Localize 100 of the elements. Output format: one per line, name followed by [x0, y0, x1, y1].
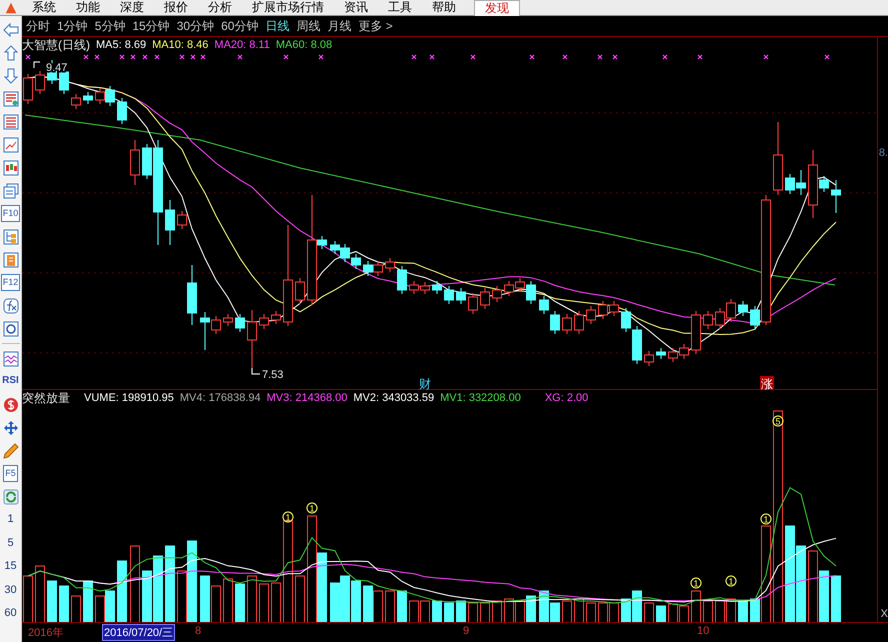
event-marker[interactable]: 涨	[761, 377, 773, 390]
tool-button[interactable]: F12	[0, 274, 20, 291]
candlestick	[397, 266, 407, 295]
candlestick	[480, 288, 490, 310]
period-tab[interactable]: 1分钟	[57, 18, 88, 35]
refresh-icon[interactable]	[2, 488, 18, 504]
period-tab[interactable]: 30分钟	[176, 18, 214, 35]
candlestick	[330, 240, 340, 255]
period-tab[interactable]: 周线	[296, 18, 320, 35]
dollar-icon[interactable]	[2, 396, 18, 412]
period-number[interactable]: 5	[7, 532, 14, 555]
volume-bar	[738, 600, 748, 624]
left-arrow-icon[interactable]	[2, 22, 18, 38]
candlestick	[831, 180, 841, 214]
candlestick	[691, 310, 701, 355]
period-number[interactable]: 15	[4, 555, 17, 578]
volume-bar	[586, 602, 596, 624]
candlestick	[117, 98, 127, 125]
volume-bar	[598, 602, 608, 624]
tool-button[interactable]: F10	[0, 205, 20, 222]
period-tab[interactable]: 15分钟	[132, 18, 170, 35]
period-number[interactable]: 30	[4, 578, 17, 602]
menu-item[interactable]: 深度	[110, 0, 154, 15]
candlestick	[586, 306, 596, 325]
period-tab[interactable]: 日线	[265, 18, 290, 35]
volume-bar	[504, 598, 514, 624]
chart-title: 大智慧(日线)	[22, 36, 90, 54]
signal-marker: 1	[306, 502, 318, 514]
indicator-title: 突然放量	[22, 390, 70, 407]
volume-bar	[211, 586, 221, 624]
period-tab[interactable]: 5分钟	[94, 18, 126, 35]
month-label: 8	[195, 625, 202, 638]
candlestick	[420, 282, 430, 295]
volume-bar	[656, 606, 666, 624]
candlestick	[598, 300, 608, 320]
cursor-date: 2016/07/20/三	[102, 624, 176, 642]
function-icon[interactable]	[2, 298, 18, 314]
candlestick	[351, 254, 361, 270]
menu-item[interactable]: 发现	[474, 0, 520, 16]
volume-bar	[83, 580, 93, 624]
menu-item[interactable]: 帮助	[422, 0, 466, 15]
circle-icon[interactable]	[2, 320, 18, 336]
candlestick	[409, 280, 419, 295]
candlestick	[71, 94, 81, 110]
menu-item[interactable]: 工具	[378, 0, 422, 15]
volume-bar	[632, 590, 642, 624]
period-tab[interactable]: 月线	[327, 18, 352, 35]
line-chart-icon[interactable]	[2, 136, 18, 152]
candlestick	[235, 314, 245, 333]
pencil-icon[interactable]	[2, 442, 18, 458]
list-icon[interactable]	[2, 90, 18, 106]
volume-bar	[373, 590, 383, 624]
event-marker-background	[760, 376, 774, 390]
candlestick	[644, 350, 654, 367]
candlestick	[340, 244, 350, 263]
down-arrow-icon[interactable]	[2, 68, 18, 84]
candlestick	[492, 286, 502, 303]
volume-bar	[153, 556, 163, 624]
tool-button[interactable]: F5	[3, 465, 18, 482]
menu-item[interactable]: 分析	[198, 0, 242, 15]
table-icon[interactable]	[2, 114, 18, 130]
candlestick	[668, 348, 678, 363]
menu-item[interactable]: 功能	[66, 0, 110, 15]
tree-icon[interactable]	[2, 228, 18, 244]
volume-bar	[420, 600, 430, 624]
period-tab[interactable]: 更多 >	[358, 18, 393, 35]
legend-text: MV1: 332208.00	[440, 392, 521, 404]
windows-icon[interactable]	[2, 182, 18, 198]
period-tab[interactable]: 分时	[26, 18, 50, 35]
candlestick	[187, 264, 197, 326]
volume-bar	[35, 566, 45, 624]
legend-text: MV4: 176838.94	[180, 392, 261, 404]
legend-text: MA10: 8.46	[152, 39, 208, 52]
move-icon[interactable]	[2, 420, 18, 436]
legend-text: MV3: 214368.00	[266, 392, 348, 404]
menu-item[interactable]: 扩展市场行情	[242, 0, 334, 15]
volume-bar	[117, 560, 127, 624]
period-tab[interactable]: 60分钟	[221, 18, 258, 35]
volume-bar	[95, 596, 105, 624]
candlestick	[363, 260, 373, 277]
close-button[interactable]: X	[880, 608, 888, 620]
month-label: 9	[463, 625, 470, 638]
candlestick-icon[interactable]	[2, 160, 18, 176]
period-number[interactable]: 60	[4, 602, 17, 626]
candlestick	[796, 170, 806, 196]
document-icon[interactable]	[2, 252, 18, 268]
menu-item[interactable]: 报价	[154, 0, 198, 15]
candlestick	[468, 292, 478, 315]
candlestick	[715, 308, 725, 330]
wave-chart-icon[interactable]	[2, 350, 18, 366]
menu-item[interactable]: 资讯	[334, 0, 378, 15]
candlestick	[95, 88, 105, 105]
menu-item[interactable]: 系统	[22, 0, 66, 15]
candlestick	[271, 310, 281, 325]
tool-button[interactable]: RSI	[1, 373, 20, 390]
up-arrow-icon[interactable]	[2, 44, 18, 60]
volume-bar	[271, 582, 281, 624]
candlestick	[373, 260, 383, 277]
period-number[interactable]: 1	[7, 508, 14, 532]
event-marker[interactable]: 财	[419, 377, 431, 390]
